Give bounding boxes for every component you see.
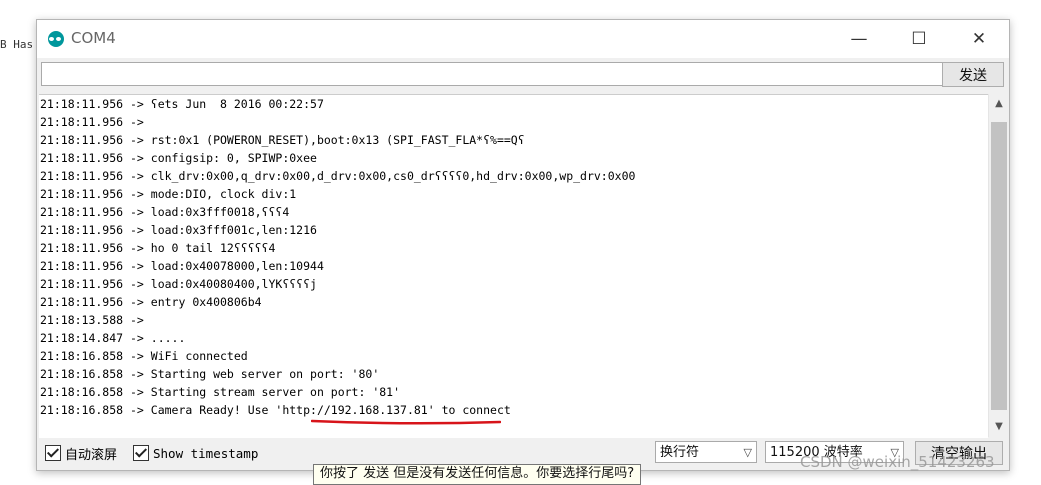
- output-line: 21:18:11.956 -> load:0x3fff0018,ʕʕʕ4: [40, 205, 290, 219]
- output-line: 21:18:16.858 -> Camera Ready! Use 'http:…: [40, 403, 511, 417]
- serial-output[interactable]: 21:18:11.956 -> ʕets Jun 8 2016 00:22:57…: [39, 94, 988, 438]
- output-line: 21:18:11.956 -> ʕets Jun 8 2016 00:22:57: [40, 97, 324, 111]
- output-line: 21:18:11.956 -> rst:0x1 (POWERON_RESET),…: [40, 133, 525, 147]
- output-line: 21:18:11.956 -> load:0x3fff001c,len:1216: [40, 223, 317, 237]
- tooltip: 你按了 发送 但是没有发送任何信息。你要选择行尾吗?: [313, 464, 642, 485]
- url-underline-annotation: [311, 419, 501, 425]
- checkbox-checked-icon[interactable]: [133, 445, 149, 461]
- title-bar: COM4 — ☐ ✕: [37, 20, 1009, 58]
- close-button[interactable]: ✕: [955, 20, 1003, 58]
- timestamp-checkbox[interactable]: Show timestamp: [133, 443, 258, 463]
- scroll-down-arrow-icon[interactable]: ▼: [989, 417, 1009, 437]
- output-line: 21:18:16.858 -> Starting web server on p…: [40, 367, 380, 381]
- output-line: 21:18:11.956 -> mode:DIO, clock div:1: [40, 187, 297, 201]
- line-ending-value: 换行符: [660, 445, 700, 460]
- background-text: B Has: [0, 38, 34, 51]
- line-ending-select[interactable]: 换行符 ▽: [655, 441, 757, 463]
- serial-monitor-window: COM4 — ☐ ✕ 发送 21:18:11.956 -> ʕets Jun 8…: [36, 19, 1010, 471]
- send-button[interactable]: 发送: [942, 62, 1004, 87]
- output-line: 21:18:14.847 -> .....: [40, 331, 186, 345]
- autoscroll-checkbox[interactable]: 自动滚屏: [45, 443, 117, 463]
- output-line: 21:18:11.956 -> clk_drv:0x00,q_drv:0x00,…: [40, 169, 636, 183]
- send-input[interactable]: [41, 62, 943, 86]
- output-line: 21:18:11.956 -> load:0x40078000,len:1094…: [40, 259, 324, 273]
- scroll-up-arrow-icon[interactable]: ▲: [989, 94, 1009, 114]
- output-line: 21:18:11.956 -> ho 0 tail 12ʕʕʕʕʕ4: [40, 241, 276, 255]
- checkbox-checked-icon[interactable]: [45, 445, 61, 461]
- autoscroll-label: 自动滚屏: [65, 447, 118, 463]
- output-line: 21:18:11.956 -> configsip: 0, SPIWP:0xee: [40, 151, 317, 165]
- chevron-down-icon: ▽: [743, 446, 752, 459]
- output-lines: 21:18:11.956 -> ʕets Jun 8 2016 00:22:57…: [39, 95, 988, 419]
- output-line: 21:18:16.858 -> WiFi connected: [40, 349, 248, 363]
- vertical-scrollbar[interactable]: ▲ ▼: [988, 94, 1009, 437]
- window-title: COM4: [71, 29, 116, 47]
- maximize-button[interactable]: ☐: [895, 20, 943, 58]
- timestamp-label: Show timestamp: [153, 445, 259, 461]
- watermark: CSDN @weixin_51423263: [800, 453, 995, 471]
- output-line: 21:18:11.956 -> entry 0x400806b4: [40, 295, 262, 309]
- arduino-logo-icon: [48, 31, 64, 47]
- output-line: 21:18:11.956 -> load:0x40080400,lYKʕʕʕʕj: [40, 277, 317, 291]
- minimize-button[interactable]: —: [835, 20, 883, 58]
- output-line: 21:18:13.588 ->: [40, 313, 151, 327]
- output-line: 21:18:11.956 ->: [40, 115, 151, 129]
- scrollbar-thumb[interactable]: [991, 122, 1007, 410]
- output-line: 21:18:16.858 -> Starting stream server o…: [40, 385, 401, 399]
